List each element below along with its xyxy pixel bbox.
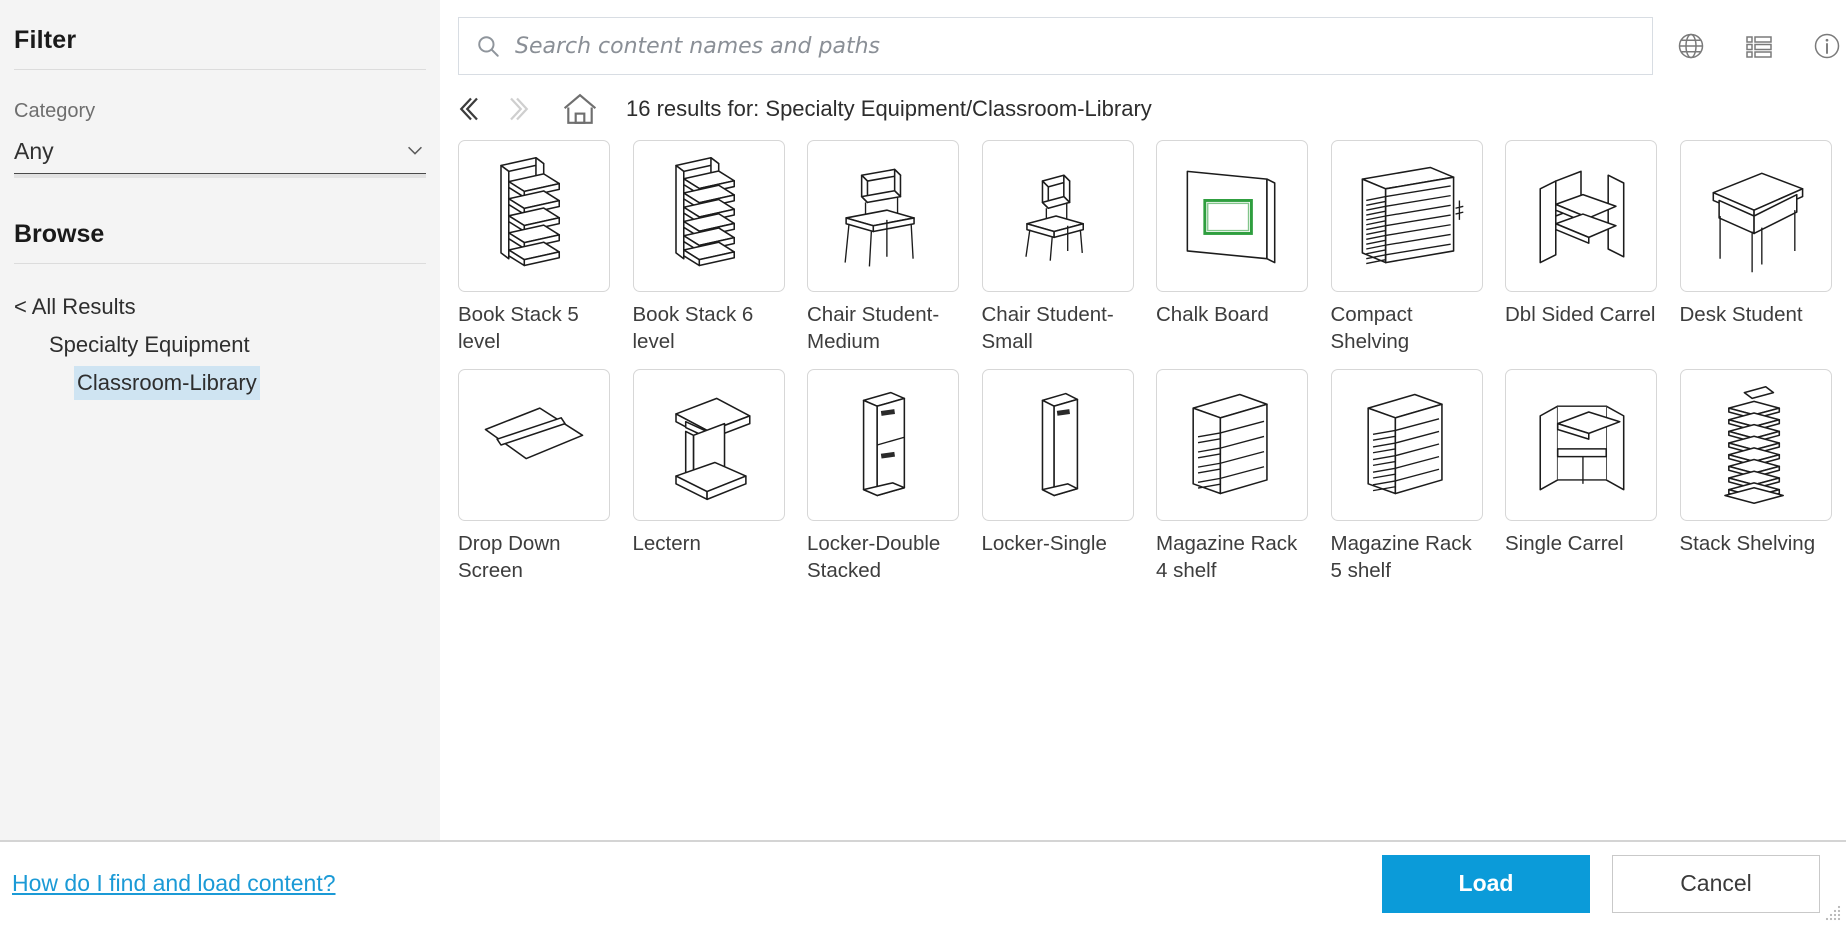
content-item-label: Locker-Single [982,530,1140,557]
results-summary: 16 results for: Specialty Equipment/Clas… [626,96,1152,122]
book-stack-5-thumb[interactable] [458,140,610,292]
drop-down-screen-thumb[interactable] [458,369,610,521]
content-item-label: Book Stack 6 level [633,301,791,355]
content-item[interactable]: Magazine Rack 4 shelf [1148,369,1323,584]
content-item[interactable]: Compact Shelving [1323,140,1498,355]
content-item[interactable]: Desk Student [1672,140,1846,355]
search-placeholder: Search content names and paths [515,34,880,59]
home-icon[interactable] [560,90,600,128]
search-icon [475,33,501,59]
filter-heading: Filter [14,0,426,55]
browse-tree: < All Results Specialty Equipment Classroo… [14,288,426,402]
content-item-label: Chair Student-Small [982,301,1140,355]
content-item[interactable]: Chair Student-Medium [799,140,974,355]
desk-student-thumb[interactable] [1680,140,1832,292]
stack-shelving-thumb[interactable] [1680,369,1832,521]
load-button[interactable]: Load [1382,855,1590,913]
browse-tree-item-label: Classroom-Library [74,366,260,400]
content-item[interactable]: Chalk Board [1148,140,1323,355]
browse-tree-item[interactable]: < All Results [14,288,426,326]
content-item[interactable]: Single Carrel [1497,369,1672,584]
magazine-rack-5-thumb[interactable] [1331,369,1483,521]
content-item-label: Lectern [633,530,791,557]
content-item-label: Magazine Rack 4 shelf [1156,530,1314,584]
dialog-footer: How do I find and load content? Load Can… [0,842,1846,925]
category-select[interactable]: Any [14,138,426,165]
book-stack-6-thumb[interactable] [633,140,785,292]
content-item[interactable]: Locker-Double Stacked [799,369,974,584]
filter-divider [14,69,426,70]
content-item-label: Compact Shelving [1331,301,1489,355]
footer-buttons: Load Cancel [1382,855,1846,913]
dbl-sided-carrel-thumb[interactable] [1505,140,1657,292]
content-item[interactable]: Dbl Sided Carrel [1497,140,1672,355]
content-item[interactable]: Chair Student-Small [974,140,1149,355]
content-item[interactable]: Lectern [625,369,800,584]
info-icon[interactable] [1811,30,1843,62]
category-selected-value: Any [14,138,54,165]
content-item[interactable]: Stack Shelving [1672,369,1846,584]
content-grid: Book Stack 5 level Book Stack 6 level Cha… [450,140,1846,598]
content-item-label: Dbl Sided Carrel [1505,301,1663,328]
content-item-label: Chalk Board [1156,301,1314,328]
content-item-label: Locker-Double Stacked [807,530,965,584]
filter-sidebar: Filter Category Any Browse < All Results… [0,0,440,840]
search-toolbar: Search content names and paths [440,17,1846,75]
category-select-shadow [14,174,426,178]
browse-heading: Browse [14,220,426,249]
chair-small-thumb[interactable] [982,140,1134,292]
content-item-label: Single Carrel [1505,530,1663,557]
cancel-button[interactable]: Cancel [1612,855,1820,913]
content-item-label: Drop Down Screen [458,530,616,584]
content-browser-dialog: Filter Category Any Browse < All Results… [0,0,1846,925]
content-item[interactable]: Drop Down Screen [450,369,625,584]
content-item-label: Desk Student [1680,301,1838,328]
magazine-rack-4-thumb[interactable] [1156,369,1308,521]
results-panel: Search content names and paths [440,0,1846,840]
browse-tree-item-label: < All Results [14,294,136,319]
browse-tree-item[interactable]: Classroom-Library [14,364,426,402]
browse-tree-item-label: Specialty Equipment [49,332,250,357]
compact-shelving-thumb[interactable] [1331,140,1483,292]
category-label: Category [14,100,426,123]
content-item-label: Book Stack 5 level [458,301,616,355]
help-link[interactable]: How do I find and load content? [12,870,336,897]
globe-icon[interactable] [1675,30,1707,62]
navigation-bar: 16 results for: Specialty Equipment/Clas… [440,85,1846,133]
resize-grip-icon[interactable] [1823,903,1843,923]
content-item[interactable]: Locker-Single [974,369,1149,584]
chalk-board-thumb[interactable] [1156,140,1308,292]
chair-medium-thumb[interactable] [807,140,959,292]
view-toolbar [1675,30,1843,62]
forward-chevron-icon [502,91,538,127]
back-chevron-icon[interactable] [450,91,486,127]
content-item-label: Chair Student-Medium [807,301,965,355]
content-item[interactable]: Book Stack 6 level [625,140,800,355]
content-item-label: Stack Shelving [1680,530,1838,557]
content-item-label: Magazine Rack 5 shelf [1331,530,1489,584]
content-item[interactable]: Magazine Rack 5 shelf [1323,369,1498,584]
lectern-thumb[interactable] [633,369,785,521]
list-view-icon[interactable] [1743,30,1775,62]
locker-single-thumb[interactable] [982,369,1134,521]
chevron-down-icon [404,139,426,161]
content-item[interactable]: Book Stack 5 level [450,140,625,355]
single-carrel-thumb[interactable] [1505,369,1657,521]
search-input[interactable]: Search content names and paths [458,17,1653,75]
browse-tree-item[interactable]: Specialty Equipment [14,326,426,364]
browse-divider [14,263,426,264]
locker-double-thumb[interactable] [807,369,959,521]
